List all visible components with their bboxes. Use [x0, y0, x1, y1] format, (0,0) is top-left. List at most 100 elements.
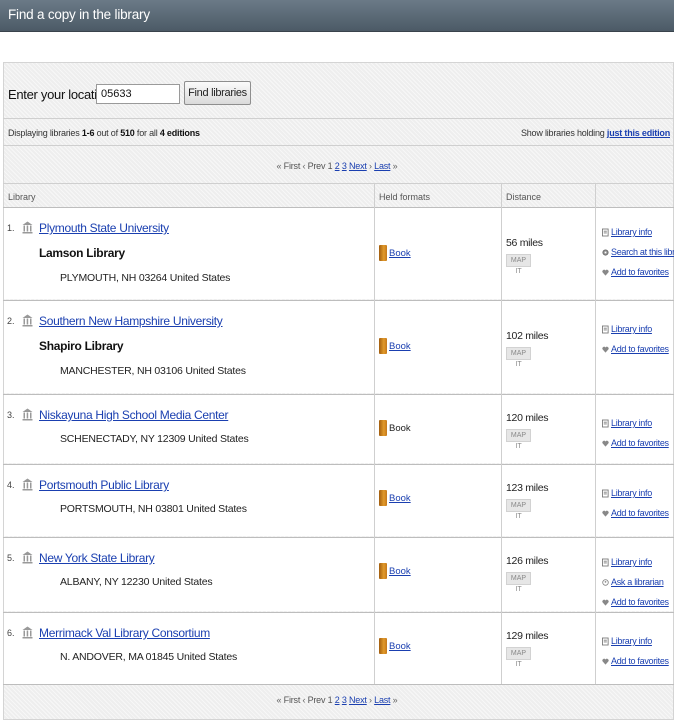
results-summary: Displaying libraries 1-6 out of 510 for … [8, 128, 200, 138]
format-book[interactable]: Book [389, 341, 411, 352]
info-book-icon [602, 325, 609, 334]
map-it-button[interactable]: MAP IT [506, 499, 531, 520]
add-favorites-link[interactable]: Add to favorites [611, 344, 669, 354]
map-it-button[interactable]: MAP IT [506, 347, 531, 368]
book-icon [379, 338, 387, 354]
column-header-formats: Held formats [379, 192, 431, 202]
map-it-button[interactable]: MAP IT [506, 429, 531, 450]
pager-top: « First ‹ Prev 1 2 3 Next › Last » [0, 161, 674, 171]
map-it-button[interactable]: MAP IT [506, 572, 531, 593]
pager-bottom: « First ‹ Prev 1 2 3 Next › Last » [0, 695, 674, 705]
library-address: N. ANDOVER, MA 01845 United States [60, 651, 238, 663]
library-building-icon [22, 221, 33, 234]
favorite-heart-icon [602, 346, 609, 353]
add-favorites-link[interactable]: Add to favorites [611, 267, 669, 277]
library-info-link[interactable]: Library info [611, 488, 652, 498]
library-building-icon [22, 478, 33, 491]
first-arrow-icon: « [276, 161, 282, 171]
library-name-link[interactable]: Portsmouth Public Library [39, 478, 169, 492]
favorite-heart-icon [602, 510, 609, 517]
search-gear-icon [602, 249, 609, 256]
table-row [4, 465, 673, 536]
library-info-link[interactable]: Library info [611, 418, 652, 428]
ask-librarian-icon [602, 579, 609, 586]
pager-page-2[interactable]: 2 [335, 161, 340, 171]
divider [3, 118, 674, 119]
info-book-icon [602, 228, 609, 237]
pager-page-3[interactable]: 3 [342, 161, 347, 171]
row-divider [3, 207, 674, 208]
search-library-link[interactable]: Search at this library [611, 247, 674, 257]
library-branch: Shapiro Library [39, 339, 124, 353]
pager-page-3[interactable]: 3 [342, 695, 347, 705]
map-it-button[interactable]: MAP IT [506, 647, 531, 668]
info-book-icon [602, 489, 609, 498]
window-header: Find a copy in the library [0, 0, 674, 32]
library-name-link[interactable]: Niskayuna High School Media Center [39, 408, 229, 422]
library-address: MANCHESTER, NH 03106 United States [60, 365, 246, 377]
edition-filter: Show libraries holding just this edition [520, 128, 670, 138]
library-name-link[interactable]: Plymouth State University [39, 221, 169, 235]
add-favorites-link[interactable]: Add to favorites [611, 438, 669, 448]
ask-librarian-link[interactable]: Ask a librarian [611, 577, 664, 587]
row-number: 5. [7, 553, 15, 563]
row-divider [3, 537, 674, 538]
pager-page-1: 1 [327, 695, 333, 705]
format-book[interactable]: Book [389, 641, 411, 652]
prev-arrow-icon: ‹ [302, 161, 306, 171]
column-header-library: Library [8, 192, 36, 202]
format-book[interactable]: Book [389, 493, 411, 504]
next-arrow-icon: › [369, 695, 372, 705]
book-icon [379, 245, 387, 261]
table-row [4, 395, 673, 463]
distance-value: 120 miles [506, 412, 549, 424]
row-divider [3, 394, 674, 395]
row-divider [3, 464, 674, 465]
info-book-icon [602, 419, 609, 428]
library-name-link[interactable]: Merrimack Val Library Consortium [39, 626, 210, 640]
column-divider [595, 183, 596, 684]
distance-value: 123 miles [506, 482, 549, 494]
favorite-heart-icon [602, 440, 609, 447]
library-branch: Lamson Library [39, 246, 125, 260]
library-info-link[interactable]: Library info [611, 227, 652, 237]
format-book[interactable]: Book [389, 248, 411, 259]
format-book[interactable]: Book [389, 566, 411, 577]
add-favorites-link[interactable]: Add to favorites [611, 508, 669, 518]
map-it-button[interactable]: MAP IT [506, 254, 531, 275]
library-info-link[interactable]: Library info [611, 557, 652, 567]
last-arrow-icon: » [392, 695, 398, 705]
divider [3, 145, 674, 146]
book-icon [379, 490, 387, 506]
favorite-heart-icon [602, 269, 609, 276]
library-info-link[interactable]: Library info [611, 636, 652, 646]
add-favorites-link[interactable]: Add to favorites [611, 656, 669, 666]
library-info-link[interactable]: Library info [611, 324, 652, 334]
format-book: Book [389, 423, 411, 434]
pager-last[interactable]: Last [374, 161, 390, 171]
favorite-heart-icon [602, 599, 609, 606]
prev-arrow-icon: ‹ [302, 695, 306, 705]
row-divider [3, 300, 674, 301]
pager-prev: Prev [307, 695, 326, 705]
first-arrow-icon: « [276, 695, 282, 705]
pager-next[interactable]: Next [349, 161, 367, 171]
info-book-icon [602, 558, 609, 567]
library-building-icon [22, 314, 33, 327]
library-building-icon [22, 626, 33, 639]
location-input[interactable] [96, 84, 180, 104]
library-name-link[interactable]: New York State Library [39, 551, 155, 565]
pager-page-2[interactable]: 2 [335, 695, 340, 705]
pager-first: First [283, 161, 301, 171]
book-icon [379, 563, 387, 579]
row-number: 3. [7, 410, 15, 420]
library-name-link[interactable]: Southern New Hampshire University [39, 314, 223, 328]
just-this-edition-link[interactable]: just this edition [607, 128, 670, 138]
pager-last[interactable]: Last [374, 695, 390, 705]
book-icon [379, 420, 387, 436]
find-libraries-button[interactable]: Find libraries [184, 81, 251, 105]
favorite-heart-icon [602, 658, 609, 665]
row-number: 6. [7, 628, 15, 638]
add-favorites-link[interactable]: Add to favorites [611, 597, 669, 607]
pager-next[interactable]: Next [349, 695, 367, 705]
